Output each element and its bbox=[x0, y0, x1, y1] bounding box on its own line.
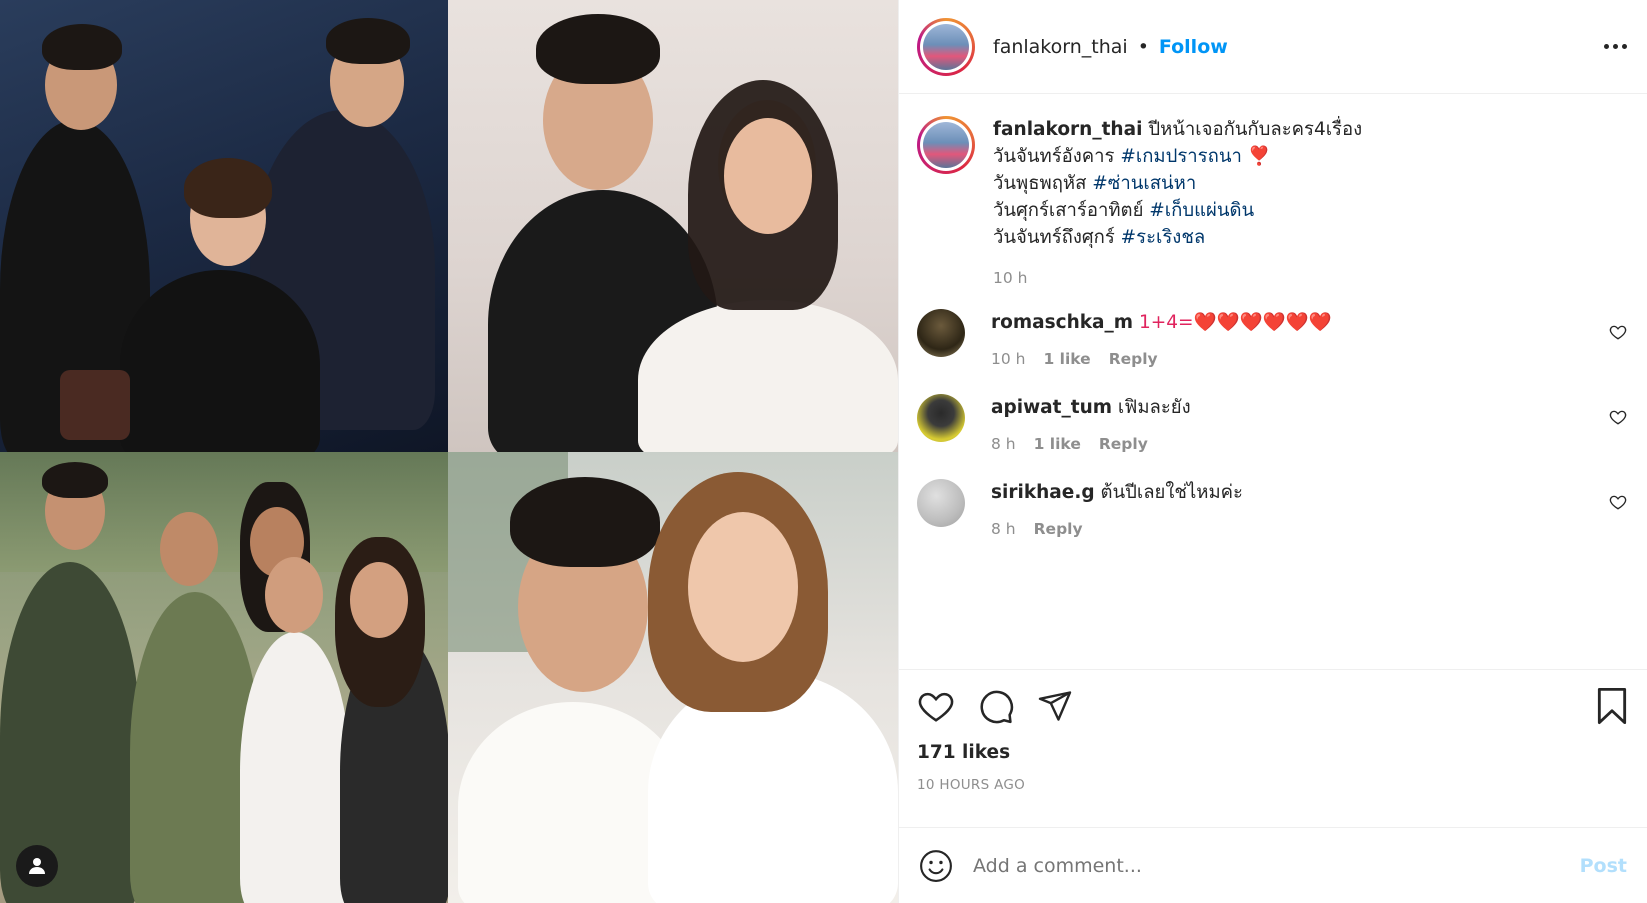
user-tag-icon bbox=[29, 858, 45, 874]
reply-button[interactable]: Reply bbox=[1099, 435, 1148, 453]
separator-dot: • bbox=[1137, 35, 1149, 58]
collage-photo-1 bbox=[0, 0, 448, 452]
post-sidebar: fanlakorn_thai • Follow fanlakorn_thai ป… bbox=[898, 0, 1647, 903]
collage-photo-2 bbox=[448, 0, 898, 452]
caption-time[interactable]: 10 h bbox=[993, 269, 1627, 287]
post-image-collage[interactable] bbox=[0, 0, 898, 903]
post-header: fanlakorn_thai • Follow bbox=[899, 0, 1647, 94]
hashtag-link[interactable]: #ซ่านเสน่หา bbox=[1092, 173, 1196, 194]
caption-avatar[interactable] bbox=[917, 116, 975, 174]
like-comment-heart-icon[interactable] bbox=[1609, 323, 1627, 341]
reply-button[interactable]: Reply bbox=[1109, 350, 1158, 368]
post-comment-button[interactable]: Post bbox=[1580, 855, 1627, 877]
hashtag-link[interactable]: #ระเริงชล bbox=[1121, 227, 1206, 248]
comment-text: ต้นปีเลยใช่ไหมค่ะ bbox=[1100, 482, 1243, 503]
comment-time[interactable]: 8 h bbox=[991, 435, 1016, 453]
caption-line-5: วันจันทร์ถึงศุกร์ bbox=[993, 227, 1121, 248]
commenter-avatar[interactable] bbox=[917, 479, 965, 527]
bookmark-icon[interactable] bbox=[1595, 687, 1629, 725]
add-comment-bar: Post bbox=[899, 827, 1647, 903]
commenter-avatar[interactable] bbox=[917, 394, 965, 442]
reply-button[interactable]: Reply bbox=[1034, 520, 1083, 538]
comment-time[interactable]: 8 h bbox=[991, 520, 1016, 538]
comment-item: romaschka_m 1+4=❤️❤️❤️❤️❤️❤️ 10 h 1 like… bbox=[917, 309, 1627, 368]
caption-line-4: วันศุกร์เสาร์อาทิตย์ bbox=[993, 200, 1150, 221]
commenter-username[interactable]: romaschka_m bbox=[991, 312, 1133, 333]
hashtag-link[interactable]: #เกมปรารถนา bbox=[1120, 146, 1241, 167]
instagram-post: fanlakorn_thai • Follow fanlakorn_thai ป… bbox=[0, 0, 1647, 903]
emoji-icon[interactable] bbox=[919, 849, 953, 883]
commenter-username[interactable]: sirikhae.g bbox=[991, 482, 1095, 503]
comment-text: เฟิมละยัง bbox=[1117, 397, 1191, 418]
more-icon[interactable] bbox=[1604, 44, 1627, 49]
collage-photo-3 bbox=[0, 452, 448, 903]
hashtag-link[interactable]: #เก็บแผ่นดิน bbox=[1149, 200, 1254, 221]
heart-exclamation-emoji: ❣️ bbox=[1247, 146, 1271, 167]
comment-icon[interactable] bbox=[977, 687, 1015, 725]
heart-icon[interactable] bbox=[917, 687, 955, 725]
comment-item: sirikhae.g ต้นปีเลยใช่ไหมค่ะ 8 h Reply bbox=[917, 479, 1627, 538]
author-username[interactable]: fanlakorn_thai bbox=[993, 36, 1128, 58]
comment-item: apiwat_tum เฟิมละยัง 8 h 1 like Reply bbox=[917, 394, 1627, 453]
caption-line-3: วันพุธพฤหัส bbox=[993, 173, 1093, 194]
comment-likes[interactable]: 1 like bbox=[1043, 350, 1090, 368]
comment-text: 1+4=❤️❤️❤️❤️❤️❤️ bbox=[1138, 312, 1332, 333]
author-avatar[interactable] bbox=[917, 17, 975, 76]
commenter-avatar[interactable] bbox=[917, 309, 965, 357]
comment-likes[interactable]: 1 like bbox=[1034, 435, 1081, 453]
caption-username[interactable]: fanlakorn_thai bbox=[993, 119, 1142, 140]
caption-line-1: ปีหน้าเจอกันกับละคร4เรื่อง bbox=[1148, 119, 1363, 140]
like-comment-heart-icon[interactable] bbox=[1609, 493, 1627, 511]
comments-list[interactable]: fanlakorn_thai ปีหน้าเจอกันกับละคร4เรื่อ… bbox=[899, 94, 1647, 670]
caption-line-2: วันจันทร์อังคาร bbox=[993, 146, 1121, 167]
commenter-username[interactable]: apiwat_tum bbox=[991, 397, 1112, 418]
like-comment-heart-icon[interactable] bbox=[1609, 408, 1627, 426]
user-tag-button[interactable] bbox=[16, 845, 58, 887]
comment-time[interactable]: 10 h bbox=[991, 350, 1025, 368]
post-caption: fanlakorn_thai ปีหน้าเจอกันกับละคร4เรื่อ… bbox=[917, 116, 1627, 287]
likes-count[interactable]: 171 likes bbox=[899, 742, 1647, 763]
share-icon[interactable] bbox=[1037, 688, 1073, 724]
post-timestamp[interactable]: 10 HOURS AGO bbox=[899, 763, 1647, 793]
caption-text: fanlakorn_thai ปีหน้าเจอกันกับละคร4เรื่อ… bbox=[993, 116, 1627, 251]
follow-button[interactable]: Follow bbox=[1159, 36, 1228, 58]
comment-input[interactable] bbox=[973, 854, 1580, 877]
collage-photo-4 bbox=[448, 452, 898, 903]
post-actions bbox=[899, 670, 1647, 742]
